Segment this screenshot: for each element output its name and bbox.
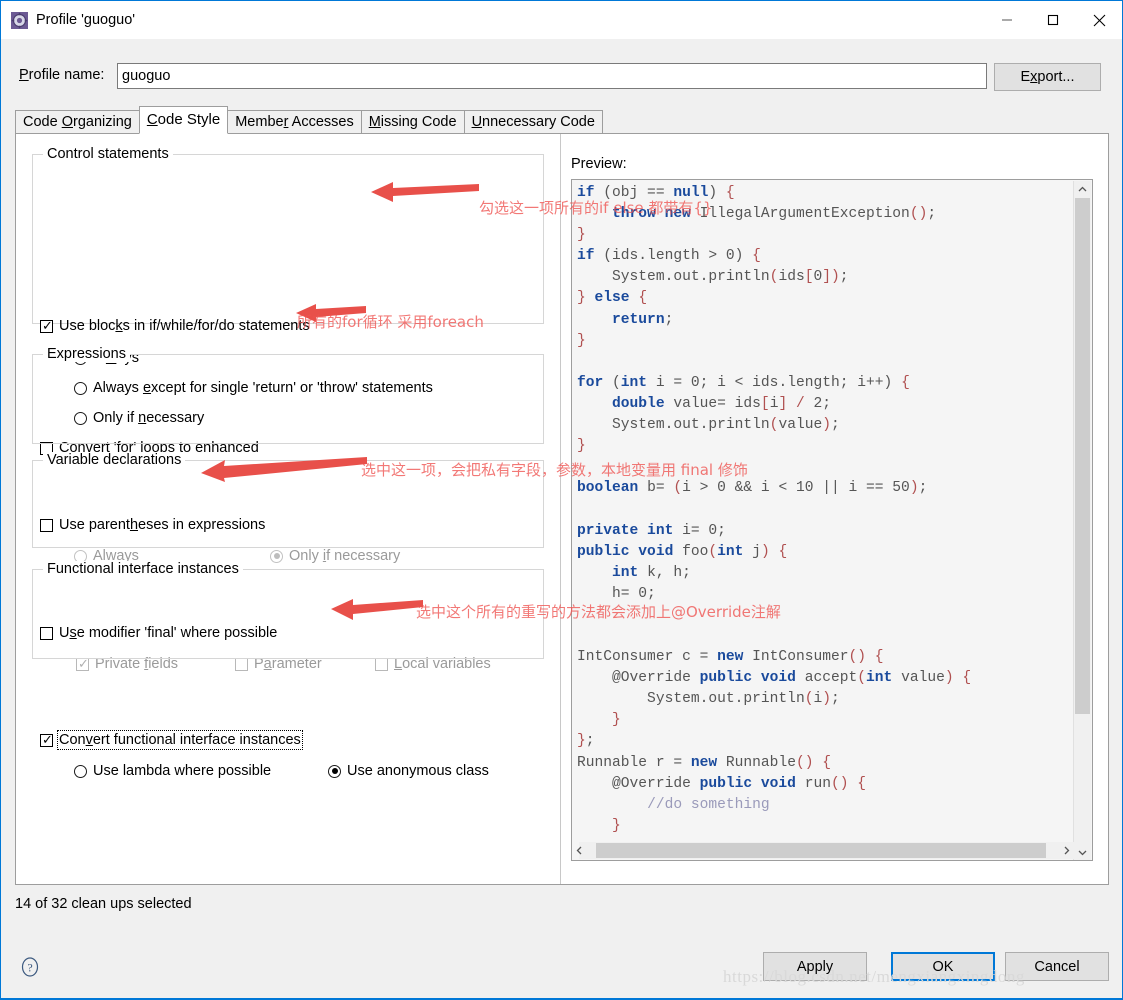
checkbox-box: ✓ [76,655,89,671]
status-text: 14 of 32 clean ups selected [15,896,192,912]
profile-name-input[interactable] [117,63,987,89]
maximize-button[interactable] [1030,1,1076,39]
radio-label: Only if necessary [289,548,401,564]
checkbox-box [235,657,248,671]
checkbox-label: Convert functional interface instances [57,730,303,750]
annotation-arrow-4 [331,599,423,620]
help-icon[interactable]: ? [19,956,41,978]
profile-name-label: Profile name: [19,67,105,83]
group-expressions: Expressions [32,346,544,444]
radio-label: Use anonymous class [347,763,489,779]
title-bar: Profile 'guoguo' [1,1,1122,39]
preview-horizontal-scrollbar[interactable] [576,842,1075,859]
group-variable-declarations-title: Variable declarations [43,452,186,468]
panel-divider [560,134,561,884]
radio-circle [270,549,283,563]
horizontal-scroll-thumb[interactable] [596,843,1046,858]
annotation-text-4: 选中这个所有的重写的方法都会添加上@Override注解 [416,603,781,621]
profile-dialog: Profile 'guoguo' Profile name: Export...… [0,0,1123,1000]
bottom-accent-line [1,998,1122,999]
export-button[interactable]: Export... [994,63,1101,91]
close-button[interactable] [1076,1,1122,39]
radio-use-anonymous-class[interactable]: Use anonymous class [328,763,489,779]
profile-name-mnemonic: P [19,67,29,83]
window-title: Profile 'guoguo' [36,12,136,28]
scroll-down-arrow-icon[interactable] [1074,844,1091,860]
checkbox-box: ✓ [40,731,53,747]
tab-member-accesses[interactable]: Member Accesses [227,110,362,134]
annotation-arrow-3 [201,457,367,482]
profile-gear-icon [11,11,28,29]
checkbox-use-blocks[interactable]: ✓ Use blocks in if/while/for/do statemen… [40,318,310,334]
scroll-left-arrow-icon[interactable] [571,842,588,859]
vertical-scroll-thumb[interactable] [1075,198,1090,714]
scroll-up-arrow-icon[interactable] [1074,181,1091,198]
preview-vertical-scrollbar[interactable] [1073,181,1091,860]
group-expressions-title: Expressions [43,346,130,362]
tab-missing-code[interactable]: Missing Code [360,110,465,134]
annotation-arrow-1 [371,182,479,202]
preview-label: Preview: [571,156,627,172]
radio-label: Use lambda where possible [93,763,272,779]
group-control-statements-title: Control statements [43,146,173,162]
scroll-right-arrow-icon[interactable] [1058,842,1075,859]
checkbox-box: ✓ [40,317,53,333]
svg-text:?: ? [27,961,32,975]
preview-code-panel: if (obj == null) { throw new IllegalArgu… [571,179,1093,861]
radio-circle [328,764,341,778]
checkbox-label: Use blocks in if/while/for/do statements [59,318,310,334]
radio-parens-only-if-necessary[interactable]: Only if necessary [270,548,400,564]
tab-code-organizing[interactable]: Code Organizing [15,110,140,134]
preview-code-text: if (obj == null) { throw new IllegalArgu… [577,185,972,834]
checkbox-box [375,657,388,671]
watermark: https://blog.csdn.net/mengxiangxingdong [723,967,1025,986]
radio-circle [74,764,87,778]
tab-code-style[interactable]: Code Style [138,106,229,134]
annotation-text-3: 选中这一项，会把私有字段，参数，本地变量用 final 修饰 [361,461,748,479]
group-functional-interface-title: Functional interface instances [43,561,243,577]
radio-use-lambda[interactable]: Use lambda where possible [74,763,271,779]
annotation-text-1: 勾选这一项所有的if else 都带有{} [479,199,713,217]
annotation-text-2: 所有的for循环 采用foreach [297,313,484,331]
tab-strip: Code Organizing Code Style Member Access… [15,106,1109,134]
tab-unnecessary-code[interactable]: Unnecessary Code [463,110,603,134]
checkbox-convert-functional-interface[interactable]: ✓ Convert functional interface instances [40,730,303,750]
window-controls [984,1,1122,39]
minimize-button[interactable] [984,1,1030,39]
